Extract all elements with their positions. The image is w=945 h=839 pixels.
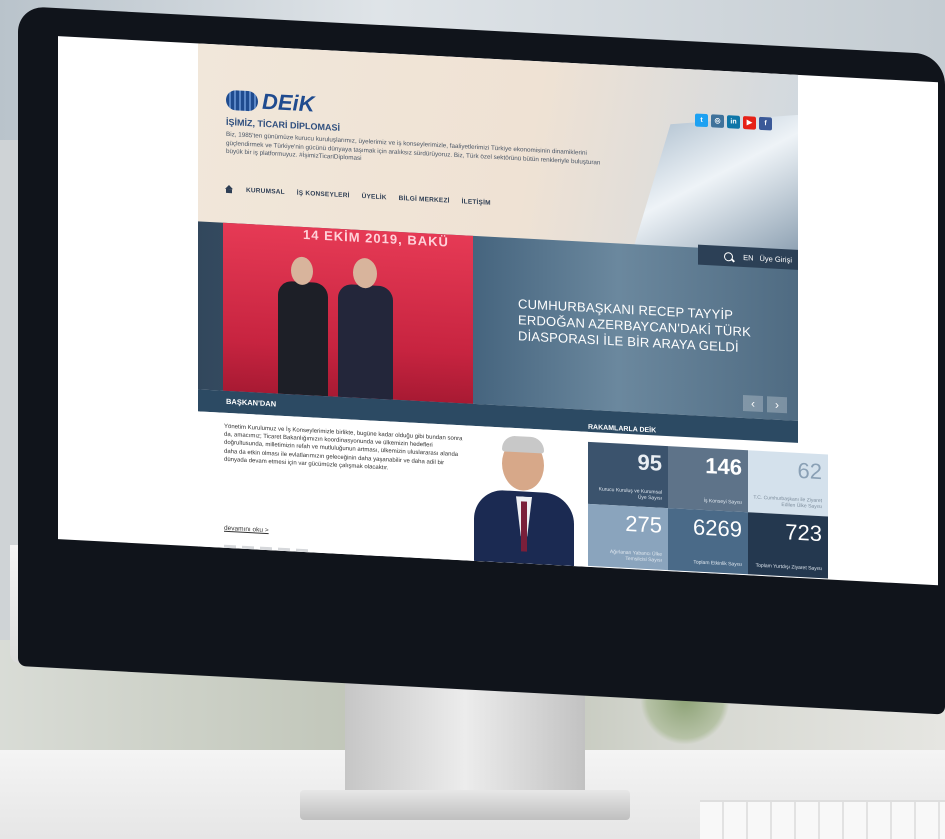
nav-item-iletisim[interactable]: İLETİŞİM	[462, 198, 491, 207]
stat-tile[interactable]: 95 Kurucu Kuruluş ve Kurumsal Üye Sayısı	[588, 441, 668, 509]
stat-value: 6269	[693, 514, 742, 542]
read-more-link[interactable]: devamını oku >	[224, 525, 269, 534]
person-head	[353, 257, 377, 289]
facebook-icon[interactable]: f	[759, 116, 772, 131]
monitor-stand-base	[300, 790, 630, 820]
nav-item-kurumsal[interactable]: KURUMSAL	[246, 187, 285, 196]
person-figure	[278, 280, 328, 397]
monitor-screen: DEiK İŞİMİZ, TİCARİ DİPLOMASİ Biz, 1985'…	[58, 36, 938, 586]
slide-caption[interactable]: CUMHURBAŞKANI RECEP TAYYİP ERDOĞAN AZERB…	[518, 296, 758, 357]
stats-grid: 95 Kurucu Kuruluş ve Kurumsal Üye Sayısı…	[588, 441, 828, 580]
home-icon[interactable]	[224, 185, 234, 195]
stat-tile[interactable]: 6269 Toplam Etkinlik Sayısı	[668, 508, 748, 575]
slider-arrows: ‹ ›	[743, 394, 787, 414]
stat-value: 275	[625, 510, 662, 538]
logo-text: DEiK	[262, 88, 315, 117]
person-head	[291, 256, 313, 286]
share-email-icon[interactable]	[296, 548, 308, 561]
stat-value: 723	[785, 519, 822, 547]
stat-label: Toplam Yurtdışı Ziyaret Sayısı	[755, 562, 822, 573]
stat-tile[interactable]: 62 T.C. Cumhurbaşkanı ile Ziyaret Edilen…	[748, 450, 828, 517]
stat-label: T.C. Cumhurbaşkanı ile Ziyaret Edilen Ül…	[753, 494, 822, 511]
portrait-tie	[521, 501, 527, 552]
share-twitter-icon[interactable]	[242, 545, 254, 558]
person-figure	[338, 283, 393, 400]
share-facebook-icon[interactable]	[224, 544, 236, 557]
slider-next-button[interactable]: ›	[767, 396, 787, 414]
website: DEiK İŞİMİZ, TİCARİ DİPLOMASİ Biz, 1985'…	[198, 43, 828, 579]
baskan-message: Yönetim Kurulumuz ve İş Konseylerimizle …	[224, 423, 463, 472]
language-link[interactable]: EN	[743, 252, 753, 262]
stat-value: 146	[705, 453, 742, 480]
nav-item-is-konseyleri[interactable]: İŞ KONSEYLERİ	[297, 190, 350, 200]
slide-photo: 14 EKİM 2019, BAKÜ	[223, 222, 473, 404]
logo-mark-icon	[226, 89, 258, 112]
stat-value: 62	[797, 457, 822, 485]
stat-tile[interactable]: 275 Ağırlanan Yabancı Ülke Temsilcisi Sa…	[588, 503, 668, 571]
member-login-link[interactable]: Üye Girişi	[759, 253, 792, 264]
logo[interactable]: DEiK	[226, 87, 315, 118]
search-icon[interactable]	[724, 251, 734, 261]
share-icons	[224, 544, 308, 561]
stat-value: 95	[637, 449, 662, 476]
nav-item-uyelik[interactable]: ÜYELİK	[362, 193, 387, 201]
youtube-icon[interactable]: ▶	[743, 115, 756, 130]
stat-label: Kurucu Kuruluş ve Kurumsal Üye Sayısı	[598, 486, 662, 502]
share-print-icon[interactable]	[278, 547, 290, 560]
monitor: DEiK İŞİMİZ, TİCARİ DİPLOMASİ Biz, 1985'…	[18, 6, 945, 715]
keyboard	[700, 800, 945, 839]
portrait-hair	[502, 435, 544, 454]
stat-label: İş Konseyi Sayısı	[703, 497, 742, 506]
stat-label: Toplam Etkinlik Sayısı	[693, 559, 742, 568]
share-link-icon[interactable]	[260, 546, 272, 559]
nav-item-bilgi-merkezi[interactable]: BİLGİ MERKEZİ	[399, 195, 450, 205]
stat-tile[interactable]: 723 Toplam Yurtdışı Ziyaret Sayısı	[748, 512, 828, 579]
chairman-portrait	[468, 434, 578, 567]
instagram-icon[interactable]: ◎	[711, 114, 724, 128]
twitter-icon[interactable]: t	[695, 113, 708, 128]
baskan-section: Yönetim Kurulumuz ve İş Konseylerimizle …	[198, 411, 588, 567]
stat-tile[interactable]: 146 İş Konseyi Sayısı	[668, 446, 748, 513]
slider-prev-button[interactable]: ‹	[743, 394, 763, 413]
linkedin-icon[interactable]: in	[727, 115, 740, 129]
stat-label: Ağırlanan Yabancı Ülke Temsilcisi Sayısı	[609, 549, 662, 564]
